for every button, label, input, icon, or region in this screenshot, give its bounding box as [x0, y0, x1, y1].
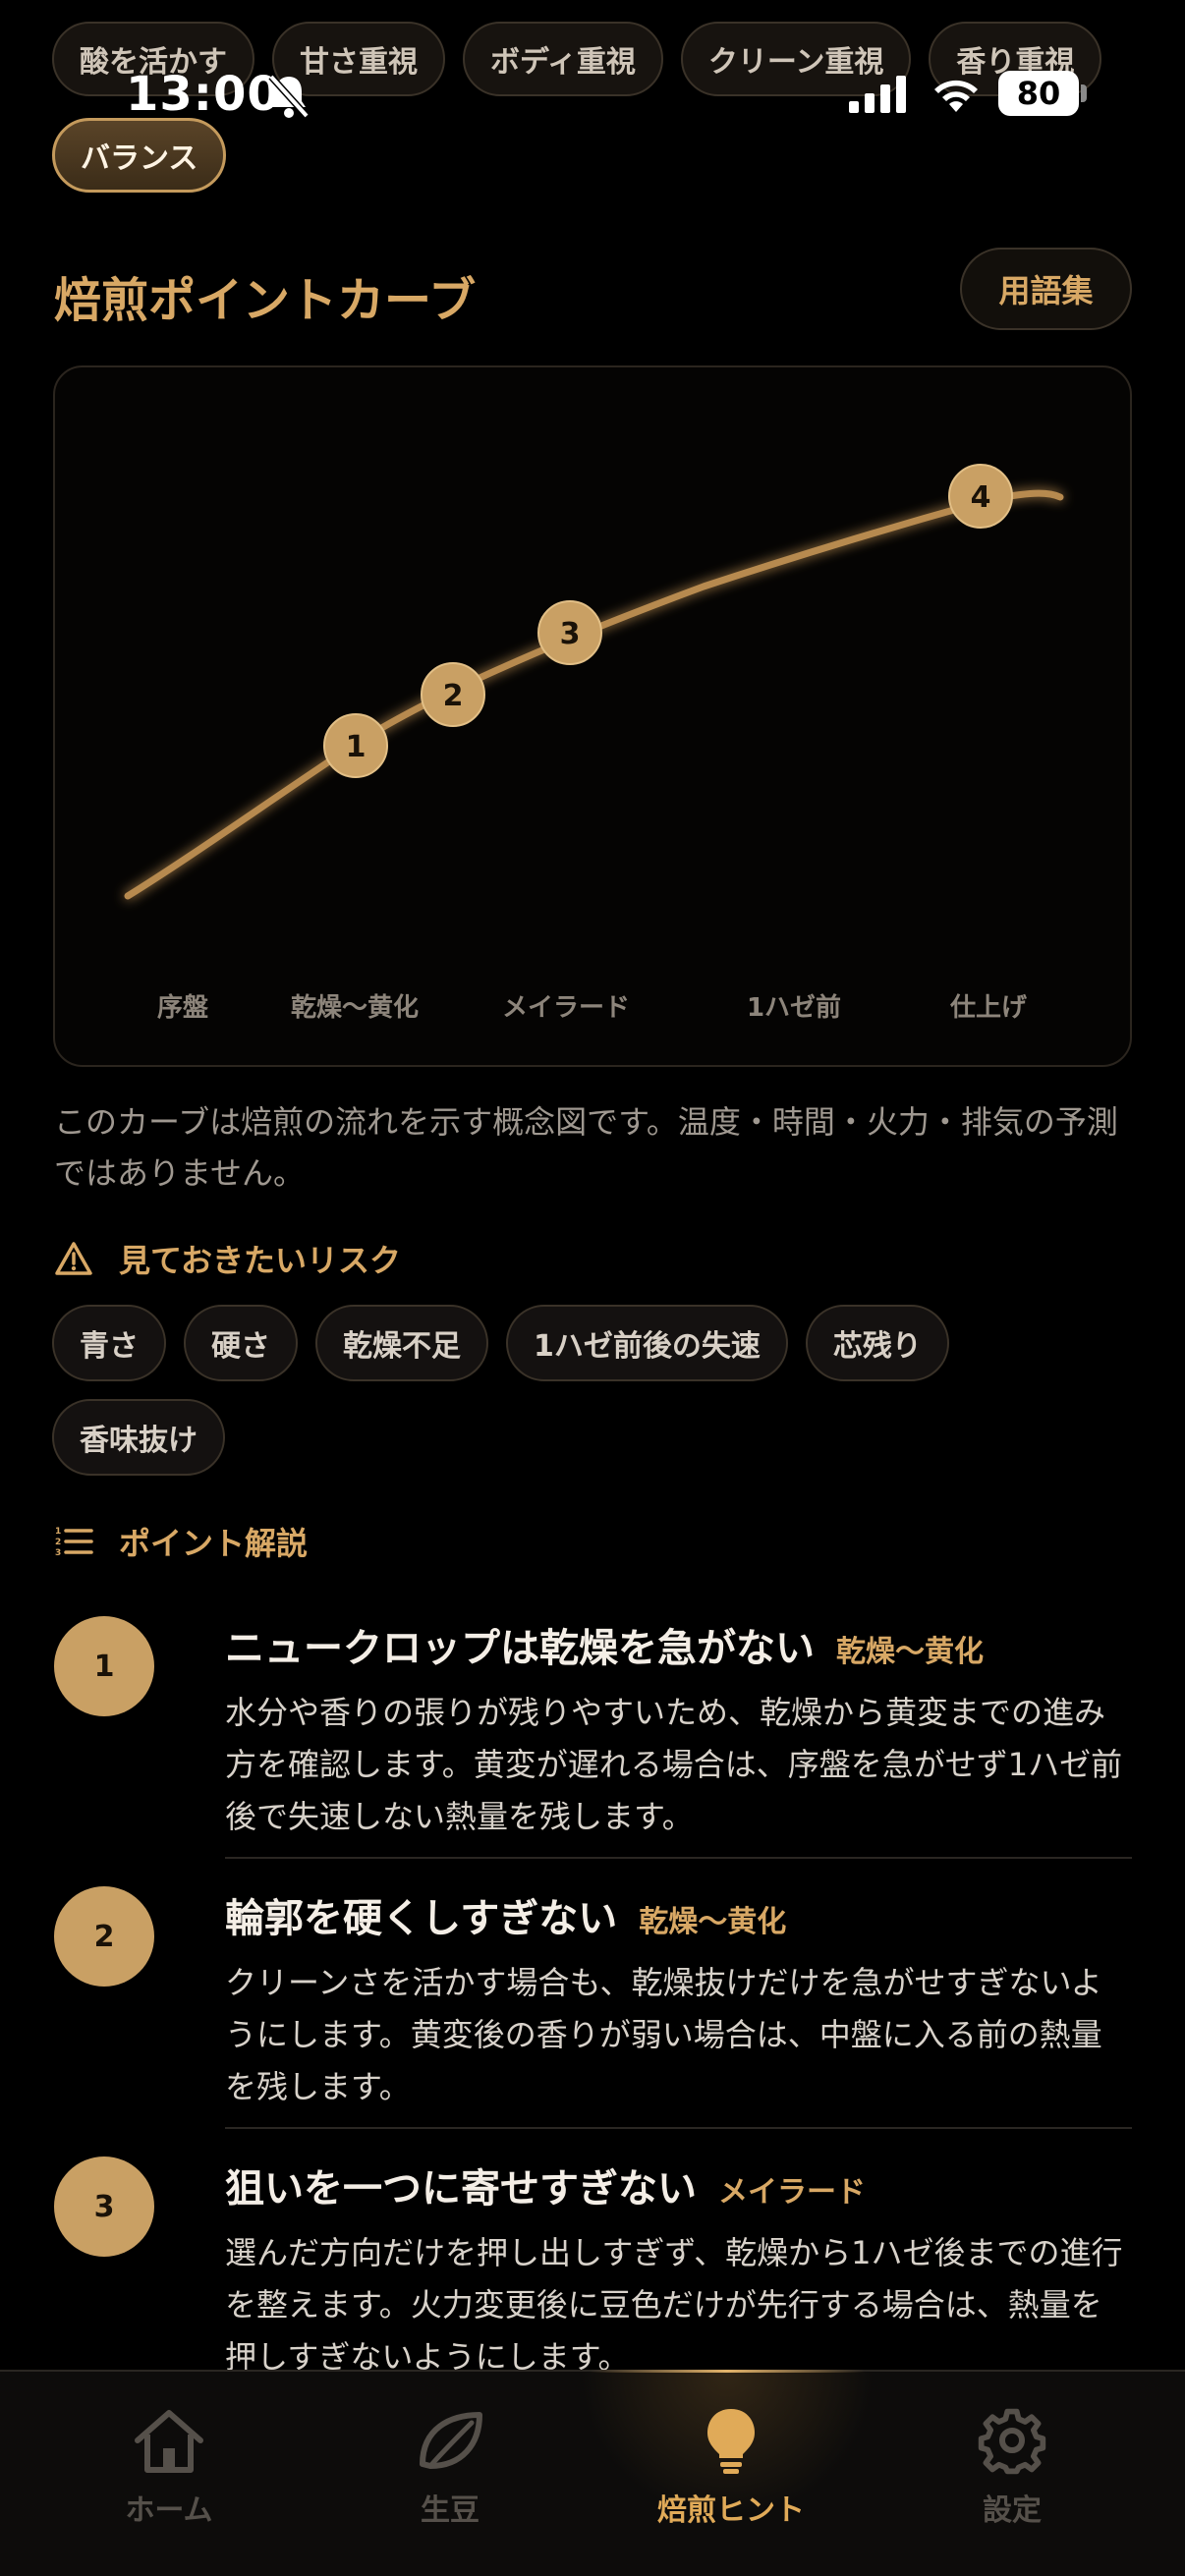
risk-chip-first-crack-stall: 1ハゼ前後の失速 [506, 1305, 788, 1381]
point-title-line: ニュークロップは乾燥を急がない 乾燥〜黄化 [225, 1616, 1132, 1673]
roast-hints-screen: 酸を活かす 甘さ重視 ボディ重視 クリーン重視 香り重視 バランス 13:00 … [0, 0, 1185, 2576]
points-heading: 1 2 3 ポイント解説 [54, 1519, 308, 1564]
battery-level: 80 [998, 71, 1079, 116]
point-stage-tag: 乾燥〜黄化 [836, 1635, 984, 1669]
status-bar: 13:00 80 [0, 61, 1185, 130]
status-time: 13:00 [126, 67, 281, 122]
point-description: 水分や香りの張りが残りやすいため、乾燥から黄変までの進み方を確認します。黄変が遅… [225, 1694, 1123, 1835]
tab-home[interactable]: ホーム [51, 2405, 287, 2529]
point-title: ニュークロップは乾燥を急がない [225, 1626, 815, 1671]
points-heading-label: ポイント解説 [119, 1525, 309, 1562]
active-tab-indicator [590, 2370, 865, 2373]
tab-roast-hints[interactable]: 焙煎ヒント [613, 2405, 849, 2529]
tab-label-roast-hints: 焙煎ヒント [657, 2493, 805, 2528]
point-number-badge: 3 [54, 2156, 154, 2257]
point-title: 輪郭を硬くしすぎない [225, 1896, 618, 1941]
curve-point-number: 3 [560, 617, 581, 651]
svg-text:3: 3 [55, 1548, 61, 1558]
tab-settings[interactable]: 設定 [894, 2405, 1130, 2529]
curve-point-marker: 4 [948, 464, 1013, 529]
point-stage-tag: メイラード [718, 2175, 866, 2210]
cellular-signal-icon [849, 76, 906, 113]
curve-caption: このカーブは焙煎の流れを示す概念図です。温度・時間・火力・排気の予測ではありませ… [54, 1103, 1118, 1192]
numbered-list-icon: 1 2 3 [55, 1527, 93, 1558]
curve-point-number: 2 [443, 679, 464, 713]
roast-curve-title: 焙煎ポイントカーブ [54, 273, 477, 328]
point-body: ニュークロップは乾燥を急がない 乾燥〜黄化 水分や香りの張りが残りやすいため、乾… [225, 1616, 1132, 1843]
x-axis-stage-label: 1ハゼ前 [747, 992, 841, 1023]
roast-curve-line [124, 489, 1064, 900]
house-icon [135, 2410, 203, 2473]
bottom-tab-bar: ホーム 生豆 焙煎ヒント 設定 [0, 2370, 1185, 2576]
gear-icon [978, 2408, 1046, 2475]
risk-chip-underdeveloped-core: 芯残り [805, 1305, 949, 1381]
curve-point-marker: 1 [323, 713, 388, 778]
point-stage-tag: 乾燥〜黄化 [639, 1905, 787, 1939]
x-axis-stage-label: 仕上げ [949, 993, 1028, 1023]
svg-text:2: 2 [55, 1538, 61, 1547]
curve-point-marker: 2 [421, 662, 485, 727]
x-axis-stage-label: メイラード [502, 993, 630, 1023]
risk-chip-row-1: 青さ 硬さ 乾燥不足 1ハゼ前後の失速 芯残り [52, 1305, 949, 1381]
point-divider [225, 1857, 1132, 1859]
point-body: 狙いを一つに寄せすぎない メイラード 選んだ方向だけを押し出しすぎず、乾燥から1… [225, 2156, 1132, 2383]
point-number-badge: 2 [54, 1886, 154, 1987]
risk-chip-flavor-loss: 香味抜け [52, 1399, 225, 1476]
tab-label-green-beans: 生豆 [421, 2493, 480, 2528]
curve-point-number: 4 [971, 480, 991, 515]
battery-tip [1081, 84, 1087, 102]
x-axis-stage-label: 乾燥〜黄化 [291, 993, 419, 1023]
tab-green-beans[interactable]: 生豆 [332, 2405, 568, 2529]
curve-point-marker: 3 [537, 600, 602, 665]
curve-point-number: 1 [346, 730, 367, 764]
point-title-line: 狙いを一つに寄せすぎない メイラード [225, 2156, 1132, 2213]
warning-triangle-icon [55, 1242, 92, 1275]
point-description: 選んだ方向だけを押し出しすぎず、乾燥から1ハゼ後までの進行を整えます。火力変更後… [225, 2234, 1123, 2376]
risks-heading-label: 見ておきたいリスク [119, 1242, 402, 1279]
leaf-icon [420, 2412, 482, 2469]
point-number-badge: 1 [54, 1616, 154, 1716]
tab-label-home: ホーム [125, 2493, 213, 2528]
glossary-button[interactable]: 用語集 [960, 248, 1132, 330]
tab-label-settings: 設定 [983, 2493, 1042, 2528]
x-axis-stage-label: 序盤 [157, 992, 209, 1023]
point-body: 輪郭を硬くしすぎない 乾燥〜黄化 クリーンさを活かす場合も、乾燥抜けだけを急がせ… [225, 1886, 1132, 2113]
silent-bell-icon [268, 74, 310, 119]
point-title-line: 輪郭を硬くしすぎない 乾燥〜黄化 [225, 1886, 1132, 1943]
curve-svg: 序盤 乾燥〜黄化 メイラード 1ハゼ前 仕上げ 1 2 3 4 [124, 464, 1064, 1023]
risk-chip-greenness: 青さ [52, 1305, 166, 1381]
lightbulb-icon [707, 2409, 755, 2474]
wifi-icon [934, 80, 978, 112]
point-divider [225, 2127, 1132, 2129]
roast-point-curve-chart: 序盤 乾燥〜黄化 メイラード 1ハゼ前 仕上げ 1 2 3 4 [53, 365, 1132, 1067]
risk-chip-hardness: 硬さ [184, 1305, 298, 1381]
point-description: クリーンさを活かす場合も、乾燥抜けだけを急がせすぎないようにします。黄変後の香り… [225, 1964, 1102, 2105]
risk-chip-row-2: 香味抜け [52, 1399, 225, 1476]
svg-text:1: 1 [55, 1527, 61, 1537]
point-title: 狙いを一つに寄せすぎない [225, 2166, 697, 2212]
risks-heading: 見ておきたいリスク [54, 1236, 401, 1281]
risk-chip-underdried: 乾燥不足 [315, 1305, 488, 1381]
